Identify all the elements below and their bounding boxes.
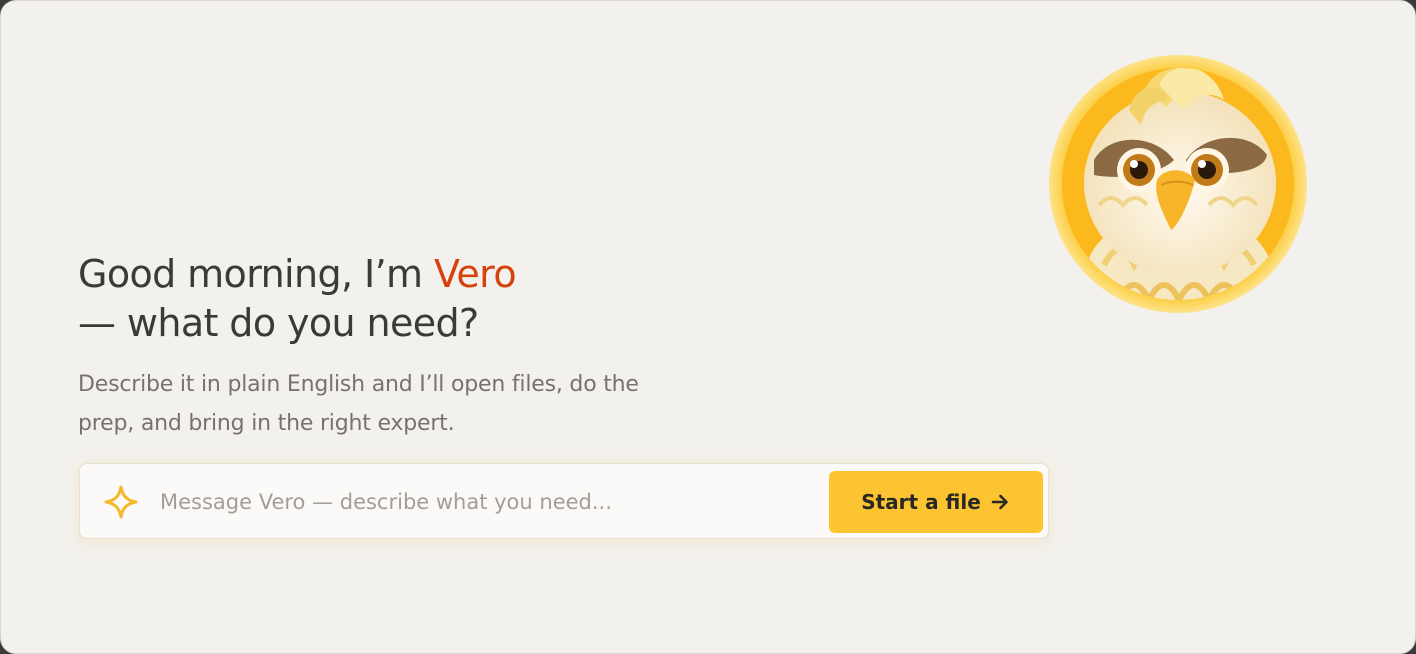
start-a-file-button[interactable]: Start a file <box>829 471 1043 533</box>
assistant-name: Vero <box>433 252 517 296</box>
welcome-panel: Good morning, I’m Vero — what do you need… <box>0 0 1416 654</box>
message-input[interactable] <box>160 484 810 520</box>
owl-avatar <box>1049 55 1307 313</box>
arrow-right-icon <box>991 494 1008 510</box>
start-a-file-label: Start a file <box>861 490 981 514</box>
message-composer: Start a file <box>79 463 1049 539</box>
subtitle: Describe it in plain English and I’ll op… <box>78 372 639 436</box>
greeting-question: — what do you need? <box>78 301 479 345</box>
sparkle-icon <box>102 483 140 521</box>
greeting-prefix: Good morning, I’m <box>78 252 434 296</box>
greeting-heading: Good morning, I’m Vero — what do you need… <box>78 250 517 348</box>
